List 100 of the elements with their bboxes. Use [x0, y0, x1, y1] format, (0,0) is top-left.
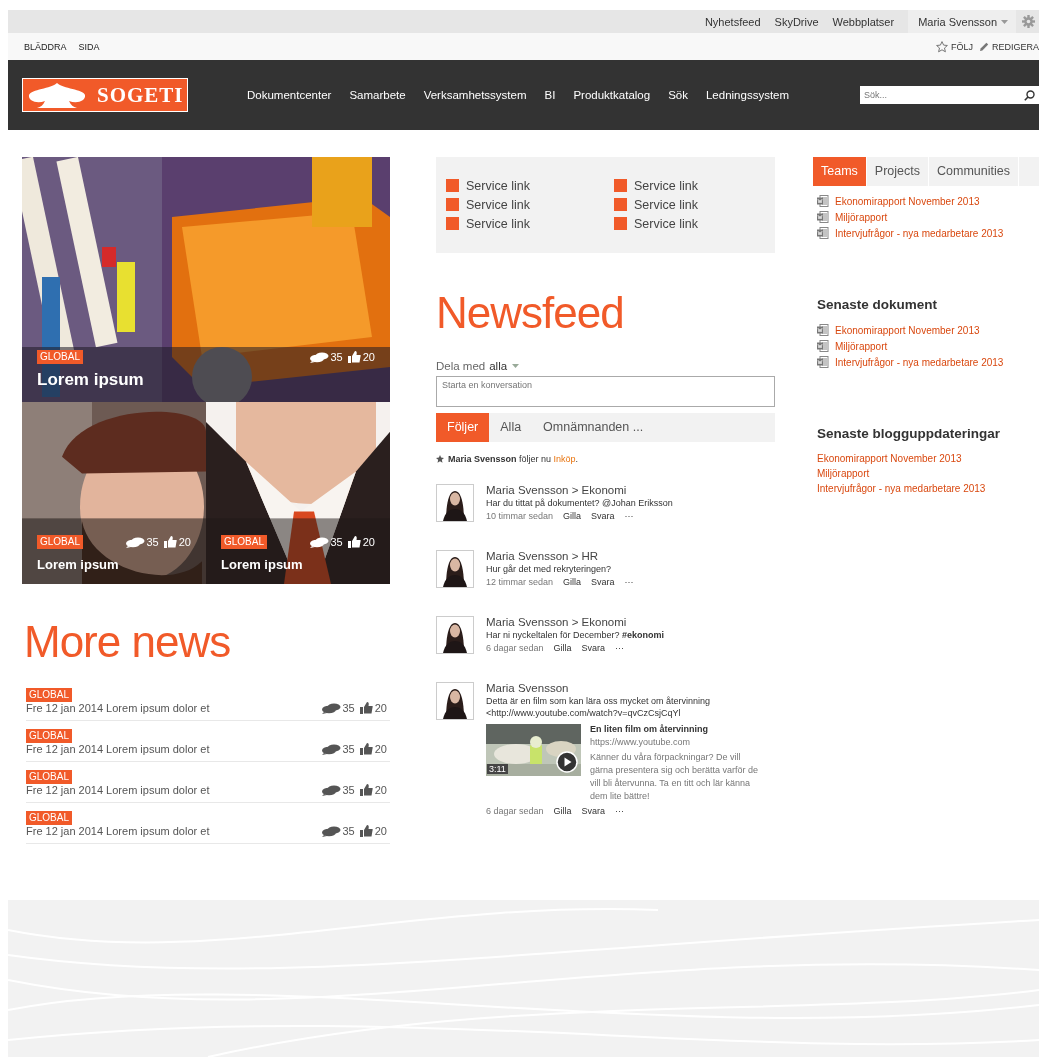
document-icon	[817, 211, 829, 223]
service-link[interactable]: Service link	[614, 214, 765, 233]
comment-count: 35	[330, 536, 343, 548]
document-link[interactable]: Ekonomirapport November 2013	[817, 195, 1039, 207]
nav-item[interactable]: BI	[544, 89, 556, 101]
nav-item[interactable]: Sök	[668, 89, 688, 101]
service-link[interactable]: Service link	[614, 176, 765, 195]
like-count: 20	[178, 536, 191, 548]
edit-button[interactable]: REDIGERA	[979, 41, 1039, 52]
nav-item[interactable]: Produktkatalog	[573, 89, 651, 101]
audience-dropdown[interactable]: alla	[489, 360, 520, 372]
thumbs-up-icon	[347, 536, 361, 548]
nav-link[interactable]: SkyDrive	[774, 15, 819, 28]
document-link[interactable]: Miljörapport	[817, 340, 1039, 352]
video-title[interactable]: En liten film om återvinning	[590, 724, 760, 734]
timestamp: 6 dagar sedan	[486, 806, 544, 817]
sidebar-tab[interactable]: Communities	[929, 157, 1019, 186]
post-action[interactable]: ···	[624, 577, 634, 587]
ribbon-tab[interactable]: SIDA	[78, 41, 100, 52]
comment-count: 35	[342, 743, 355, 755]
section-heading: Senaste dokument	[817, 297, 939, 312]
star-icon	[436, 455, 444, 463]
post-author[interactable]: Maria Svensson > Ekonomi	[486, 484, 775, 496]
post-action[interactable]: Gilla	[553, 643, 572, 653]
settings-icon[interactable]	[1022, 15, 1035, 28]
post-action[interactable]: Gilla	[563, 511, 582, 521]
post-action[interactable]: Svara	[591, 577, 615, 587]
nav-item[interactable]: Samarbete	[349, 89, 406, 101]
post-action[interactable]: ···	[615, 643, 625, 653]
document-link[interactable]: Miljörapport	[817, 211, 1039, 223]
comment-count: 35	[146, 536, 159, 548]
blog-link[interactable]: Intervjufrågor - nya medarbetare 2013	[817, 483, 1039, 494]
conversation-field[interactable]: Starta en konversation	[436, 376, 775, 407]
comment-count: 35	[342, 702, 355, 714]
nav-link[interactable]: Nyhetsfeed	[704, 15, 761, 28]
service-link[interactable]: Service link	[446, 176, 614, 195]
post-action[interactable]: Svara	[581, 643, 606, 653]
document-icon	[817, 356, 829, 368]
follow-button[interactable]: FÖLJ	[935, 40, 973, 53]
avatar	[436, 616, 474, 654]
service-link[interactable]: Service link	[446, 214, 614, 233]
post-action[interactable]: Gilla	[553, 806, 572, 817]
nav-item[interactable]: Dokumentcenter	[247, 89, 332, 101]
ribbon-tab[interactable]: BLÄDDRA	[24, 41, 67, 52]
news-link[interactable]: Fre 12 jan 2014 Lorem ipsum dolor et	[26, 784, 210, 796]
post-action[interactable]: ···	[615, 806, 625, 817]
caret-icon	[512, 364, 520, 368]
post-text: Har du tittat på dokumentet? @Johan Eriksson	[486, 498, 674, 508]
news-tile[interactable]: GLOBAL 35 20 Lorem ipsum	[22, 402, 206, 584]
nav-link[interactable]: Webbplatser	[832, 15, 895, 28]
post-text: Detta är en film som kan lära oss mycket om återvinning	[486, 696, 712, 706]
like-count: 20	[374, 702, 387, 714]
post-text: Har ni nyckeltalen för December? #ekonomi	[486, 630, 666, 640]
news-link[interactable]: Fre 12 jan 2014 Lorem ipsum dolor et	[26, 702, 210, 714]
document-icon	[817, 195, 829, 207]
square-icon	[446, 217, 459, 230]
category-tag: GLOBAL	[221, 535, 268, 549]
star-icon	[935, 40, 948, 53]
post-author[interactable]: Maria Svensson > Ekonomi	[486, 616, 775, 628]
nav-item[interactable]: Ledningssystem	[705, 89, 790, 101]
video-thumbnail[interactable]: 3:11	[486, 724, 581, 776]
post-action[interactable]: Svara	[581, 806, 606, 817]
comments-icon	[308, 536, 329, 548]
video-url: https://www.youtube.com	[590, 737, 692, 747]
comment-count: 35	[342, 784, 355, 796]
timestamp: 6 dagar sedan	[486, 643, 544, 653]
news-link[interactable]: Fre 12 jan 2014 Lorem ipsum dolor et	[26, 743, 210, 755]
service-link[interactable]: Service link	[614, 195, 765, 214]
sidebar-tab[interactable]: Projects	[866, 157, 929, 186]
video-description: Känner du våra förpackningar? De vill gärna presentera sig och berätta varför de vill bli återvunna. Ta en titt och lär känna dem lite bättre!	[590, 751, 760, 804]
document-link[interactable]: Intervjufrågor - nya medarbetare 2013	[817, 356, 1039, 368]
post-author[interactable]: Maria Svensson > HR	[486, 550, 775, 562]
document-link[interactable]: Intervjufrågor - nya medarbetare 2013	[817, 227, 1039, 239]
blog-link[interactable]: Ekonomirapport November 2013	[817, 453, 1039, 464]
tile-title: Lorem ipsum	[221, 557, 304, 572]
comments-icon	[320, 743, 341, 755]
search-field[interactable]: Sök...	[860, 86, 1039, 104]
post-action[interactable]: Svara	[591, 511, 615, 521]
post-action[interactable]: ···	[624, 511, 634, 521]
like-count: 20	[374, 825, 387, 837]
comments-icon	[320, 702, 341, 714]
comments-icon	[320, 784, 341, 796]
document-link[interactable]: Ekonomirapport November 2013	[817, 324, 1039, 336]
news-tile[interactable]: GLOBAL 35 20 Lorem ipsum	[206, 402, 390, 584]
thumbs-up-icon	[359, 784, 373, 796]
post-text: Hur går det med rekryteringen?	[486, 564, 613, 574]
feed-tab[interactable]: Alla	[489, 413, 533, 442]
post-author[interactable]: Maria Svensson	[486, 682, 775, 694]
thumbs-up-icon	[359, 743, 373, 755]
comments-icon	[320, 825, 341, 837]
avatar	[436, 484, 474, 522]
blog-link[interactable]: Miljörapport	[817, 468, 1039, 479]
search-icon	[1024, 90, 1035, 101]
user-menu[interactable]: Maria Svensson	[908, 10, 1016, 33]
section-heading: Senaste blogguppdateringar	[817, 426, 1002, 441]
nav-item[interactable]: Verksamhetssystem	[423, 89, 527, 101]
service-link[interactable]: Service link	[446, 195, 614, 214]
post-action[interactable]: Gilla	[563, 577, 582, 587]
feed-tab[interactable]: Omnämnanden ...	[532, 413, 655, 442]
news-link[interactable]: Fre 12 jan 2014 Lorem ipsum dolor et	[26, 825, 210, 837]
